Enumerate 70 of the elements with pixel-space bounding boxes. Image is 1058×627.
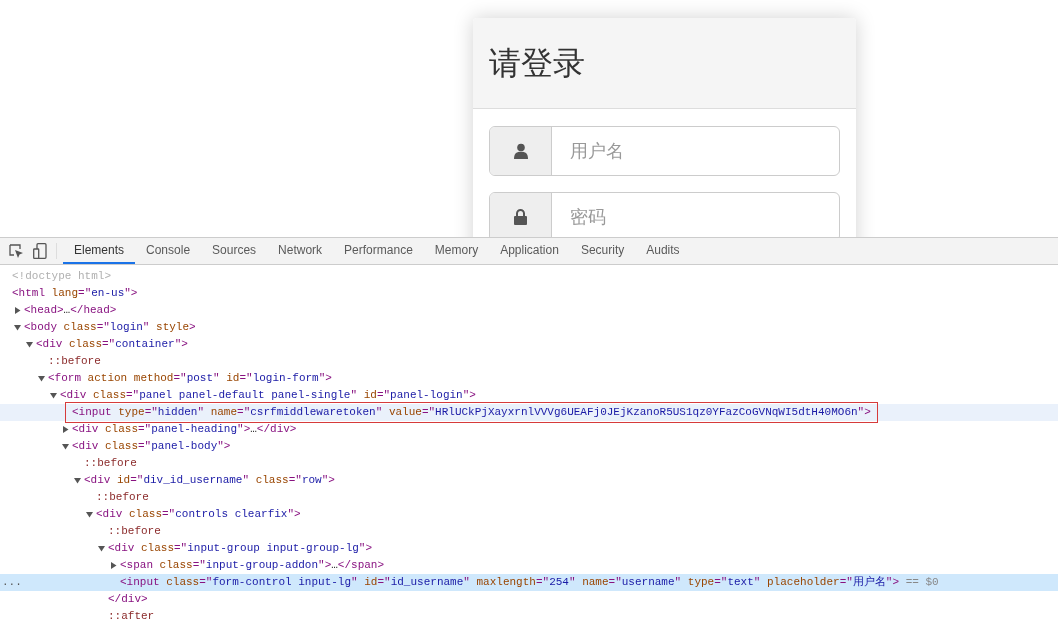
expanded-triangle-icon[interactable] <box>38 375 45 382</box>
html-code-line: </div> <box>108 592 148 608</box>
html-code-line: <div class="container"> <box>36 337 188 353</box>
dom-node-row[interactable]: <div class="panel-body"> <box>0 438 1058 455</box>
dom-node-row[interactable]: </div> <box>0 591 1058 608</box>
devtools-tab[interactable]: Application <box>489 238 570 264</box>
dom-node-row[interactable]: <head>…</head> <box>0 302 1058 319</box>
html-code-line: <input class="form-control input-lg" id="id_username" maxlength="254" name="username" type="text" placeholder="用户名"> == $0 <box>120 575 939 591</box>
html-code-line: <span class="input-group-addon">…</span> <box>120 558 385 574</box>
devtools-tab[interactable]: Security <box>569 238 636 264</box>
html-code-line: <!doctype html> <box>12 269 112 285</box>
expanded-triangle-icon[interactable] <box>26 341 33 348</box>
dom-node-row[interactable]: <div id="div_id_username" class="row"> <box>0 472 1058 489</box>
dom-node-row[interactable]: <div class="container"> <box>0 336 1058 353</box>
dom-node-row[interactable]: ::after <box>0 608 1058 625</box>
dom-node-row[interactable]: <html lang="en-us"> <box>0 285 1058 302</box>
devtools-tab[interactable]: Elements <box>63 238 136 264</box>
dom-node-row[interactable]: <div class="panel panel-default panel-single" id="panel-login"> <box>0 387 1058 404</box>
collapsed-triangle-icon[interactable] <box>62 426 69 433</box>
collapsed-triangle-icon[interactable] <box>110 562 117 569</box>
devtools-tab[interactable]: Network <box>267 238 334 264</box>
html-code-line: <div id="div_id_username" class="row"> <box>84 473 335 489</box>
expanded-triangle-icon[interactable] <box>86 511 93 518</box>
html-code-line: ::before <box>108 524 161 540</box>
dom-node-row[interactable]: <body class="login" style> <box>0 319 1058 336</box>
html-code-line: <div class="controls clearfix"> <box>96 507 301 523</box>
dom-node-row[interactable]: <span class="input-group-addon">…</span> <box>0 557 1058 574</box>
login-title: 请登录 <box>489 44 585 83</box>
dom-node-row[interactable]: ... <input class="form-control input-lg" id="id_username" maxlength="254" name="username" type="text" placeholder="用户名"> == $0 <box>0 574 1058 591</box>
html-code-line: <form action method="post" id="login-form"> <box>48 371 332 387</box>
html-code-line: <head>…</head> <box>24 303 117 319</box>
html-code-line: <div class="panel-body"> <box>72 439 231 455</box>
device-toolbar-icon[interactable] <box>33 243 47 259</box>
dom-node-row[interactable]: ::before <box>0 523 1058 540</box>
input-group[interactable]: 用户名 <box>489 126 840 176</box>
dom-node-row[interactable]: <form action method="post" id="login-form"> <box>0 370 1058 387</box>
gutter-dots: ... <box>2 575 22 591</box>
input-field[interactable]: 用户名 <box>552 127 839 175</box>
dom-node-row[interactable]: ::before <box>0 455 1058 472</box>
dom-node-row[interactable]: <input type="hidden" name="csrfmiddlewaretoken" value="HRlUCkPjXayxrnlVVVg6UEAFj0JEjKzanoR5US1qz0YFazCoGVNqWI5dtH40MO6n"> <box>0 404 1058 421</box>
expanded-triangle-icon[interactable] <box>50 392 57 399</box>
input-field[interactable]: 密码 <box>552 193 839 237</box>
dom-node-row[interactable]: ::before <box>0 489 1058 506</box>
html-code-line: ::before <box>48 354 101 370</box>
html-code-line: <html lang="en-us"> <box>12 286 138 302</box>
html-code-line: <div class="input-group input-group-lg"> <box>108 541 373 557</box>
expanded-triangle-icon[interactable] <box>14 324 21 331</box>
devtools-tab[interactable]: Audits <box>635 238 691 264</box>
user-icon <box>513 143 528 159</box>
html-code-line: ::after <box>108 609 155 625</box>
inspect-element-icon[interactable] <box>9 243 24 259</box>
devtools-tab[interactable]: Console <box>135 238 202 264</box>
dom-node-row[interactable]: ::before <box>0 353 1058 370</box>
dom-node-row[interactable]: <div class="controls clearfix"> <box>0 506 1058 523</box>
expanded-triangle-icon[interactable] <box>62 443 69 450</box>
devtools-tab[interactable]: Memory <box>423 238 490 264</box>
html-code-line: <div class="panel panel-default panel-single" id="panel-login"> <box>60 388 476 404</box>
devtools-tab[interactable]: Performance <box>333 238 424 264</box>
dom-node-row[interactable]: <div class="input-group input-group-lg"> <box>0 540 1058 557</box>
html-code-line: ::before <box>96 490 149 506</box>
html-code-line: <div class="panel-heading">…</div> <box>72 422 297 438</box>
expanded-triangle-icon[interactable] <box>98 545 105 552</box>
html-code-line: ::before <box>84 456 137 472</box>
html-code-line: <body class="login" style> <box>24 320 196 336</box>
input-group[interactable]: 密码 <box>489 192 840 237</box>
lock-icon <box>514 209 527 225</box>
expanded-triangle-icon[interactable] <box>74 477 81 484</box>
dom-node-row[interactable]: <div class="panel-heading">…</div> <box>0 421 1058 438</box>
devtools-tab[interactable]: Sources <box>201 238 268 264</box>
collapsed-triangle-icon[interactable] <box>14 307 21 314</box>
